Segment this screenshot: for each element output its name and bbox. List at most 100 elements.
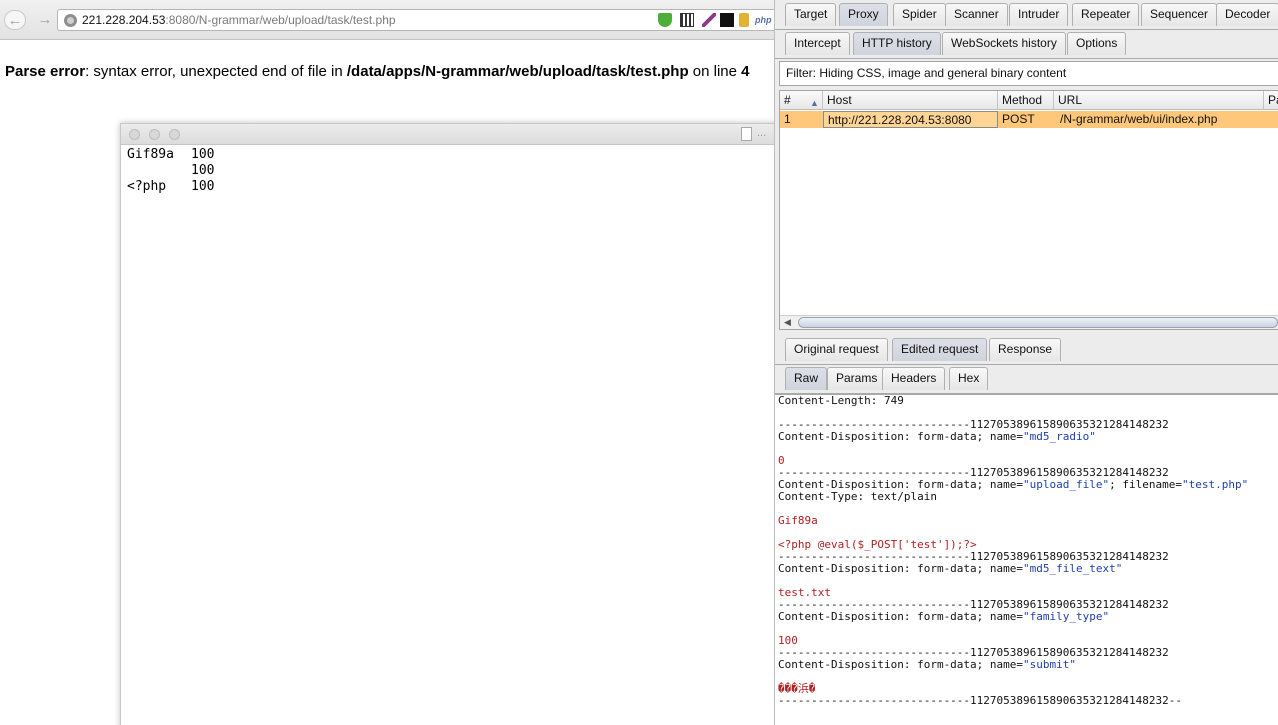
request-line: Content-Disposition: form-data; name="md… [778, 431, 1278, 443]
window-close-button[interactable] [129, 129, 140, 140]
php-extension-icon[interactable]: php [755, 13, 774, 27]
burp-suite-window: Target Proxy Spider Scanner Intruder Rep… [774, 0, 1278, 725]
tab-hex[interactable]: Hex [949, 367, 989, 390]
tab-websockets-history[interactable]: WebSockets history [942, 32, 1066, 55]
tab-headers[interactable]: Headers [882, 367, 946, 390]
scroll-left-arrow-icon[interactable]: ◀ [784, 317, 791, 328]
tab-target[interactable]: Target [785, 3, 837, 26]
header-text: Content-Disposition: form-data; name= [778, 658, 1024, 671]
header-text: Content-Disposition: form-data; name= [778, 430, 1024, 443]
text-cell: 100 [191, 147, 215, 162]
request-line: Gif89a [778, 515, 1278, 527]
address-bar[interactable]: 221.228.204.53:8080/N-grammar/web/upload… [57, 9, 774, 31]
tab-repeater[interactable]: Repeater [1072, 3, 1140, 26]
proxy-tab-bar: Intercept HTTP history WebSockets histor… [775, 29, 1278, 59]
header-value: "family_type" [1023, 610, 1110, 623]
document-icon [741, 127, 752, 141]
stairs-extension-icon[interactable] [720, 13, 734, 27]
arrow-right-icon: → [37, 11, 53, 28]
text-cell: <?php [127, 179, 167, 194]
tab-decoder[interactable]: Decoder [1216, 3, 1278, 26]
header-text: Content-Disposition: form-data; name= [778, 610, 1024, 623]
column-header-params[interactable]: Pa [1264, 91, 1278, 110]
text-cell: 100 [191, 163, 215, 178]
text-cell [127, 163, 191, 179]
desktop: ← → 221.228.204.53:8080/N-grammar/web/up… [0, 0, 1278, 725]
header-label: # [784, 93, 791, 107]
cell-number: 1 [784, 112, 791, 126]
browser-toolbar: ← → 221.228.204.53:8080/N-grammar/web/up… [0, 0, 774, 40]
tab-intercept[interactable]: Intercept [785, 32, 850, 55]
text-viewer-titlebar[interactable]: ... [121, 124, 774, 145]
header-text: Content-Type: text/plain [778, 490, 937, 503]
error-path: /data/apps/N-grammar/web/upload/task/tes… [346, 63, 689, 80]
request-line: Content-Disposition: form-data; name="su… [778, 659, 1278, 671]
scrollbar-thumb[interactable] [798, 317, 1278, 328]
header-value: "md5_file_text" [1023, 562, 1123, 575]
body-value: Gif89a [778, 514, 818, 527]
tab-spider[interactable]: Spider [893, 3, 946, 26]
column-header-method[interactable]: Method [998, 91, 1054, 110]
tab-original-request[interactable]: Original request [785, 338, 888, 361]
tab-intruder[interactable]: Intruder [1009, 3, 1069, 26]
filter-bar[interactable]: Filter: Hiding CSS, image and general bi… [779, 61, 1278, 86]
tab-params[interactable]: Params [827, 367, 887, 390]
tab-options[interactable]: Options [1067, 32, 1127, 55]
header-value: "md5_radio" [1023, 430, 1096, 443]
request-line: Content-Type: text/plain [778, 491, 1278, 503]
error-line-number: 4 [741, 63, 750, 80]
cell-url: /N-grammar/web/ui/index.php [1060, 112, 1218, 126]
request-line [778, 503, 1278, 515]
text-cell: Gif89a [127, 147, 174, 162]
request-line [778, 443, 1278, 455]
request-line [778, 623, 1278, 635]
url-host: 221.228.204.53 [82, 13, 166, 27]
tab-sequencer[interactable]: Sequencer [1141, 3, 1218, 26]
shield-extension-icon[interactable] [658, 13, 672, 27]
window-zoom-button[interactable] [169, 129, 180, 140]
request-line: -----------------------------11270538961… [778, 695, 1278, 707]
feather-extension-icon[interactable] [702, 13, 716, 27]
error-suffix: on line [688, 63, 742, 80]
column-header-host[interactable]: Host [823, 91, 998, 110]
column-header-url[interactable]: URL [1054, 91, 1264, 110]
text-viewer-window: ... Gif89a 100 100 <?php 100 [120, 123, 774, 725]
view-tab-bar: Raw Params Headers Hex [775, 364, 1278, 394]
header-value: "submit" [1023, 658, 1077, 671]
error-message: : syntax error, unexpected end of file i… [85, 63, 347, 80]
request-line [778, 671, 1278, 683]
raw-request-editor[interactable]: Content-Length: 749 ---------------------… [775, 394, 1278, 725]
header-text: -----------------------------11270538961… [778, 694, 1182, 707]
forward-button[interactable]: → [34, 10, 56, 30]
table-header: #▲ Host Method URL Pa [780, 91, 1278, 110]
main-tab-bar: Target Proxy Spider Scanner Intruder Rep… [775, 0, 1278, 30]
tab-raw[interactable]: Raw [785, 367, 828, 390]
window-minimize-button[interactable] [149, 129, 160, 140]
column-header-number[interactable]: # ▲ [780, 91, 823, 110]
text-row: Gif89a 100 [127, 147, 214, 163]
header-text: ; filename= [1109, 478, 1182, 491]
request-line: Content-Length: 749 [778, 395, 1278, 407]
text-viewer-content: Gif89a 100 100 <?php 100 [127, 147, 214, 195]
text-row: <?php 100 [127, 179, 214, 195]
header-text: Content-Length: 749 [778, 394, 904, 407]
tab-proxy[interactable]: Proxy [839, 3, 888, 26]
browser-window: ← → 221.228.204.53:8080/N-grammar/web/up… [0, 0, 774, 725]
tab-edited-request[interactable]: Edited request [892, 338, 988, 361]
tab-response[interactable]: Response [989, 338, 1062, 361]
text-row: 100 [127, 163, 214, 179]
php-parse-error: Parse error: syntax error, unexpected en… [5, 63, 750, 80]
tab-scanner[interactable]: Scanner [945, 3, 1008, 26]
cell-method: POST [1002, 112, 1035, 126]
horizontal-scrollbar[interactable]: ◀ [780, 315, 1278, 329]
window-title-ellipsis: ... [757, 127, 767, 139]
lock-extension-icon[interactable] [739, 13, 749, 27]
back-button[interactable]: ← [4, 10, 26, 30]
header-value: "upload_file" [1023, 478, 1110, 491]
qr-code-extension-icon[interactable] [680, 13, 694, 27]
text-cell: 100 [191, 179, 215, 194]
table-row[interactable]: 1 http://221.228.204.53:8080 POST /N-gra… [780, 111, 1278, 128]
header-value: "test.php" [1182, 478, 1249, 491]
tab-http-history[interactable]: HTTP history [853, 32, 941, 55]
url-text[interactable]: 221.228.204.53:8080/N-grammar/web/upload… [82, 13, 396, 27]
